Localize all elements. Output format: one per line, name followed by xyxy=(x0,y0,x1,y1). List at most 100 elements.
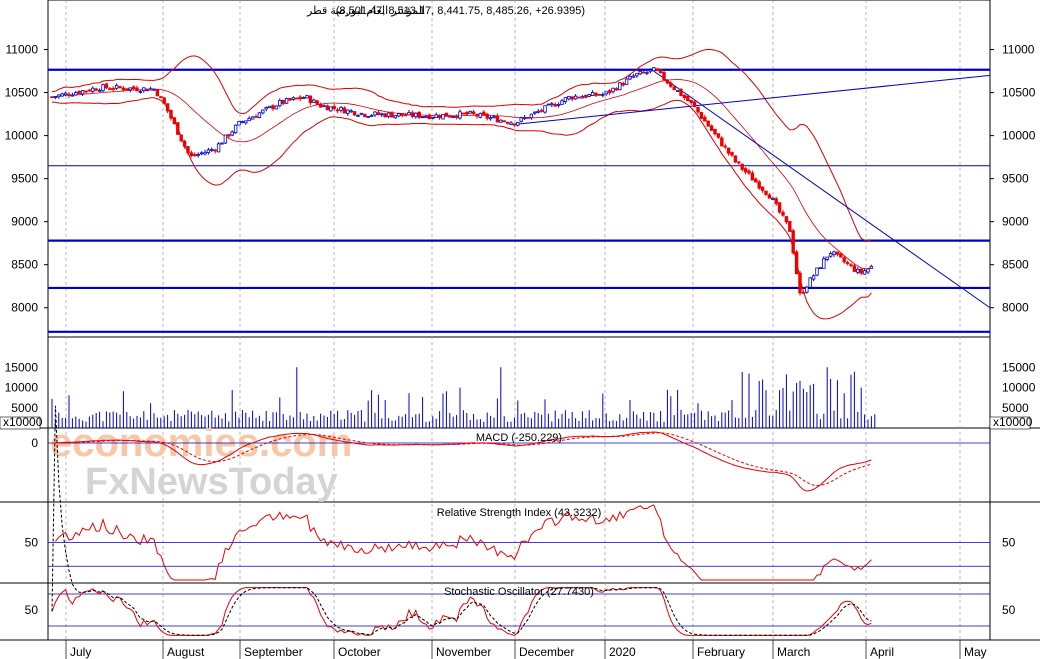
candle-down xyxy=(699,112,704,119)
candle-down xyxy=(485,113,489,119)
candle-down xyxy=(723,145,727,148)
candle-down xyxy=(227,134,231,137)
candle-up xyxy=(264,107,268,110)
candle-down xyxy=(740,163,744,170)
trendlines xyxy=(514,68,991,309)
candle-down xyxy=(169,109,173,119)
candle-down xyxy=(108,88,112,91)
candle-down xyxy=(186,146,190,154)
candle-down xyxy=(444,112,449,117)
rsi-tick-left: 50 xyxy=(25,536,39,550)
candle-down xyxy=(111,88,115,90)
candle-down xyxy=(172,117,177,124)
candle-up xyxy=(458,111,462,119)
candle-up xyxy=(533,111,537,114)
y-tick-label-left: 10000 xyxy=(5,129,39,143)
y-tick-label-right: 10000 xyxy=(1002,129,1036,143)
volume-scale-left: x10000 xyxy=(3,415,43,429)
candle-up xyxy=(97,89,102,92)
candle-down xyxy=(135,87,139,92)
x-tick-label: February xyxy=(697,645,745,659)
x-tick-label: March xyxy=(777,645,810,659)
candle-up xyxy=(499,119,503,123)
candle-down xyxy=(686,96,690,102)
y-tick-label-right: 9000 xyxy=(1002,215,1029,229)
candle-down xyxy=(553,104,557,107)
candle-down xyxy=(764,190,768,195)
candle-down xyxy=(454,115,459,118)
x-tick-label: November xyxy=(436,645,491,659)
x-tick-label: July xyxy=(70,645,91,659)
candle-up xyxy=(397,113,401,117)
candle-down xyxy=(584,95,588,98)
candle-up xyxy=(478,112,483,118)
candle-down xyxy=(308,95,313,104)
y-tick-label-right: 10500 xyxy=(1002,86,1036,100)
candle-down xyxy=(794,251,799,275)
x-tick-label: September xyxy=(244,645,303,659)
candle-down xyxy=(720,137,724,147)
candle-down xyxy=(696,106,700,113)
candle-down xyxy=(471,111,476,115)
candle-down xyxy=(539,109,544,112)
candle-up xyxy=(866,268,870,273)
candle-up xyxy=(216,143,221,153)
candle-down xyxy=(512,123,517,126)
candle-up xyxy=(57,94,61,98)
candle-up xyxy=(604,91,608,95)
candle-down xyxy=(131,86,136,90)
y-tick-label-right: 8500 xyxy=(1002,258,1029,272)
candle-up xyxy=(329,106,333,112)
candle-down xyxy=(104,83,109,89)
candle-up xyxy=(652,67,656,72)
candle-up xyxy=(74,92,78,96)
x-tick-label: 2020 xyxy=(609,645,636,659)
candle-down xyxy=(281,99,285,104)
candle-up xyxy=(522,116,527,120)
candle-down xyxy=(842,257,846,263)
candle-up xyxy=(431,116,435,119)
candle-up xyxy=(148,88,153,91)
candle-up xyxy=(233,124,238,134)
x-tick-label: December xyxy=(519,645,574,659)
candle-up xyxy=(210,149,214,152)
candle-down xyxy=(658,69,663,74)
candle-up xyxy=(278,100,282,107)
stoch-title: Stochastic Oscillator (27.7430) xyxy=(444,586,594,598)
candle-down xyxy=(859,268,863,274)
candle-up xyxy=(420,116,425,118)
candles xyxy=(50,67,874,296)
candle-up xyxy=(869,265,874,269)
candle-down xyxy=(193,154,197,157)
candle-up xyxy=(590,91,595,96)
candle-down xyxy=(784,216,789,223)
candle-up xyxy=(128,87,132,91)
candle-up xyxy=(509,122,513,125)
candle-down xyxy=(159,96,163,99)
candle-down xyxy=(482,111,486,116)
candle-up xyxy=(138,91,143,93)
candle-up xyxy=(587,94,591,97)
candle-up xyxy=(291,97,296,100)
candle-up xyxy=(356,115,360,117)
candle-down xyxy=(750,172,755,181)
candle-down xyxy=(342,107,347,114)
candle-down xyxy=(67,93,71,96)
candle-down xyxy=(84,90,88,93)
candle-up xyxy=(808,277,812,288)
candle-down xyxy=(118,86,122,89)
macd-tick-left: 0 xyxy=(31,436,38,450)
candle-down xyxy=(682,94,687,99)
candle-down xyxy=(298,96,302,100)
candle-up xyxy=(369,114,374,117)
candle-down xyxy=(437,115,442,119)
volume-scale-right: x10000 xyxy=(993,415,1033,429)
candle-up xyxy=(284,98,289,104)
candle-up xyxy=(451,115,455,118)
candle-up xyxy=(441,113,445,120)
candle-down xyxy=(726,147,731,154)
candle-up xyxy=(624,78,629,85)
candle-down xyxy=(94,88,98,91)
x-tick-label: October xyxy=(338,645,381,659)
candle-down xyxy=(607,90,612,94)
